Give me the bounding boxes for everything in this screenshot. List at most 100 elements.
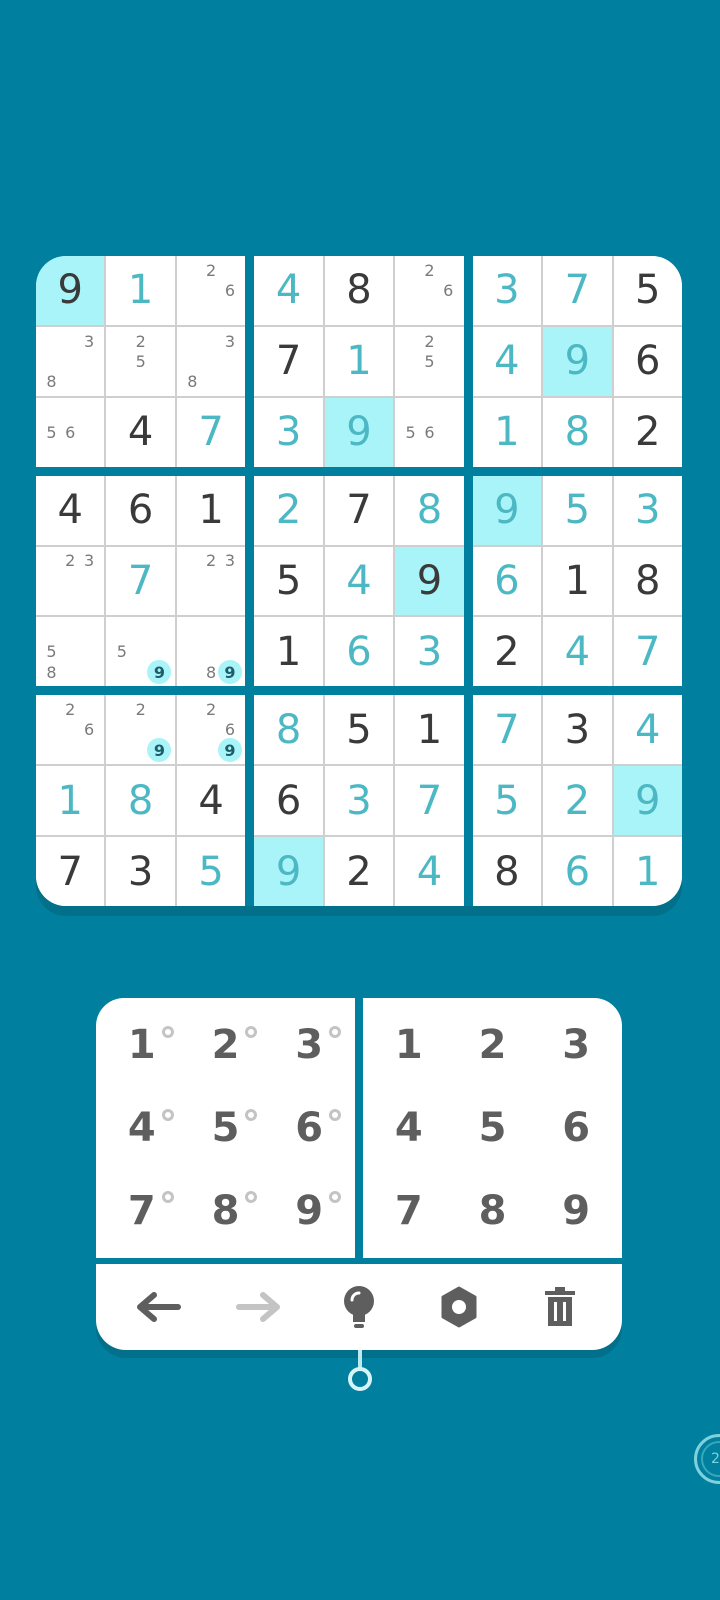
cell[interactable]: 3 — [395, 617, 464, 687]
cell[interactable]: 6 — [324, 617, 394, 687]
cell[interactable]: 5 — [254, 546, 323, 616]
redo-button[interactable] — [229, 1277, 289, 1337]
cell[interactable]: 7 — [254, 326, 323, 396]
cell[interactable]: 3 — [543, 695, 612, 765]
cell[interactable]: 6 — [254, 766, 323, 836]
cell[interactable]: 8 — [613, 546, 682, 616]
cell[interactable]: 38 — [36, 326, 105, 396]
cell[interactable]: 5 — [176, 837, 246, 906]
cell[interactable]: 4 — [324, 546, 394, 616]
cell[interactable]: 89 — [176, 617, 246, 687]
note-key-9[interactable]: 9 — [267, 1169, 351, 1252]
cell[interactable]: 2 — [324, 837, 394, 906]
cell[interactable]: 56 — [395, 397, 464, 467]
cell[interactable]: 2 — [472, 617, 542, 687]
cell[interactable]: 5 — [543, 475, 612, 545]
cell[interactable]: 3 — [324, 766, 394, 836]
cell[interactable]: 23 — [176, 546, 246, 616]
cell[interactable]: 4 — [395, 837, 464, 906]
cell[interactable]: 1 — [395, 695, 464, 765]
note-key-6[interactable]: 6 — [267, 1087, 351, 1170]
cell[interactable]: 8 — [324, 256, 394, 325]
cell[interactable]: 26 — [36, 695, 105, 765]
cell[interactable]: 7 — [324, 475, 394, 545]
cell[interactable]: 3 — [472, 256, 542, 325]
cell[interactable]: 9 — [543, 326, 612, 396]
cell[interactable]: 4 — [36, 475, 105, 545]
note-key-3[interactable]: 3 — [267, 1004, 351, 1087]
note-key-5[interactable]: 5 — [184, 1087, 268, 1170]
cell[interactable]: 8 — [472, 837, 542, 906]
digit-key-3[interactable]: 3 — [534, 1004, 618, 1087]
cell[interactable]: 6 — [472, 546, 542, 616]
digit-key-9[interactable]: 9 — [534, 1169, 618, 1252]
note-key-1[interactable]: 1 — [100, 1004, 184, 1087]
digit-key-7[interactable]: 7 — [367, 1169, 451, 1252]
cell[interactable]: 25 — [106, 326, 175, 396]
note-key-8[interactable]: 8 — [184, 1169, 268, 1252]
digit-key-5[interactable]: 5 — [451, 1087, 535, 1170]
cell[interactable]: 4 — [543, 617, 612, 687]
note-key-4[interactable]: 4 — [100, 1087, 184, 1170]
cell[interactable]: 7 — [472, 695, 542, 765]
cell[interactable]: 3 — [254, 397, 323, 467]
floating-timer-badge[interactable]: 23 — [694, 1434, 720, 1484]
cell[interactable]: 5 — [472, 766, 542, 836]
cell[interactable]: 9 — [395, 546, 464, 616]
cell[interactable]: 8 — [106, 766, 175, 836]
cell[interactable]: 2 — [254, 475, 323, 545]
cell[interactable]: 1 — [36, 766, 105, 836]
cell[interactable]: 4 — [613, 695, 682, 765]
note-key-7[interactable]: 7 — [100, 1169, 184, 1252]
cell[interactable]: 58 — [36, 617, 105, 687]
hint-button[interactable] — [329, 1277, 389, 1337]
cell[interactable]: 26 — [395, 256, 464, 325]
cell[interactable]: 1 — [472, 397, 542, 467]
cell[interactable]: 7 — [543, 256, 612, 325]
cell[interactable]: 38 — [176, 326, 246, 396]
undo-button[interactable] — [128, 1277, 188, 1337]
cell[interactable]: 1 — [543, 546, 612, 616]
cell[interactable]: 9 — [254, 837, 323, 906]
cell[interactable]: 29 — [106, 695, 175, 765]
cell[interactable]: 4 — [254, 256, 323, 325]
cell[interactable]: 7 — [613, 617, 682, 687]
cell[interactable]: 9 — [472, 475, 542, 545]
cell[interactable]: 7 — [106, 546, 175, 616]
cell[interactable]: 8 — [395, 475, 464, 545]
delete-button[interactable] — [530, 1277, 590, 1337]
cell[interactable]: 7 — [36, 837, 105, 906]
settings-button[interactable] — [429, 1277, 489, 1337]
cell[interactable]: 2 — [613, 397, 682, 467]
cell[interactable]: 8 — [543, 397, 612, 467]
note-key-2[interactable]: 2 — [184, 1004, 268, 1087]
cell[interactable]: 1 — [324, 326, 394, 396]
digit-key-8[interactable]: 8 — [451, 1169, 535, 1252]
digit-key-1[interactable]: 1 — [367, 1004, 451, 1087]
cell[interactable]: 7 — [395, 766, 464, 836]
digit-key-4[interactable]: 4 — [367, 1087, 451, 1170]
cell[interactable]: 1 — [176, 475, 246, 545]
cell[interactable]: 56 — [36, 397, 105, 467]
cell[interactable]: 4 — [176, 766, 246, 836]
cell[interactable]: 6 — [613, 326, 682, 396]
cell[interactable]: 5 — [613, 256, 682, 325]
cell[interactable]: 59 — [106, 617, 175, 687]
cell[interactable]: 8 — [254, 695, 323, 765]
cell[interactable]: 6 — [543, 837, 612, 906]
cell[interactable]: 4 — [106, 397, 175, 467]
digit-key-6[interactable]: 6 — [534, 1087, 618, 1170]
digit-key-2[interactable]: 2 — [451, 1004, 535, 1087]
cell[interactable]: 4 — [472, 326, 542, 396]
cell[interactable]: 2 — [543, 766, 612, 836]
cell[interactable]: 3 — [106, 837, 175, 906]
cell[interactable]: 1 — [106, 256, 175, 325]
cell[interactable]: 9 — [36, 256, 105, 325]
cell[interactable]: 1 — [613, 837, 682, 906]
cell[interactable]: 3 — [613, 475, 682, 545]
cell[interactable]: 6 — [106, 475, 175, 545]
cell[interactable]: 25 — [395, 326, 464, 396]
cell[interactable]: 7 — [176, 397, 246, 467]
page-slider-knob[interactable] — [348, 1367, 372, 1391]
cell[interactable]: 9 — [613, 766, 682, 836]
